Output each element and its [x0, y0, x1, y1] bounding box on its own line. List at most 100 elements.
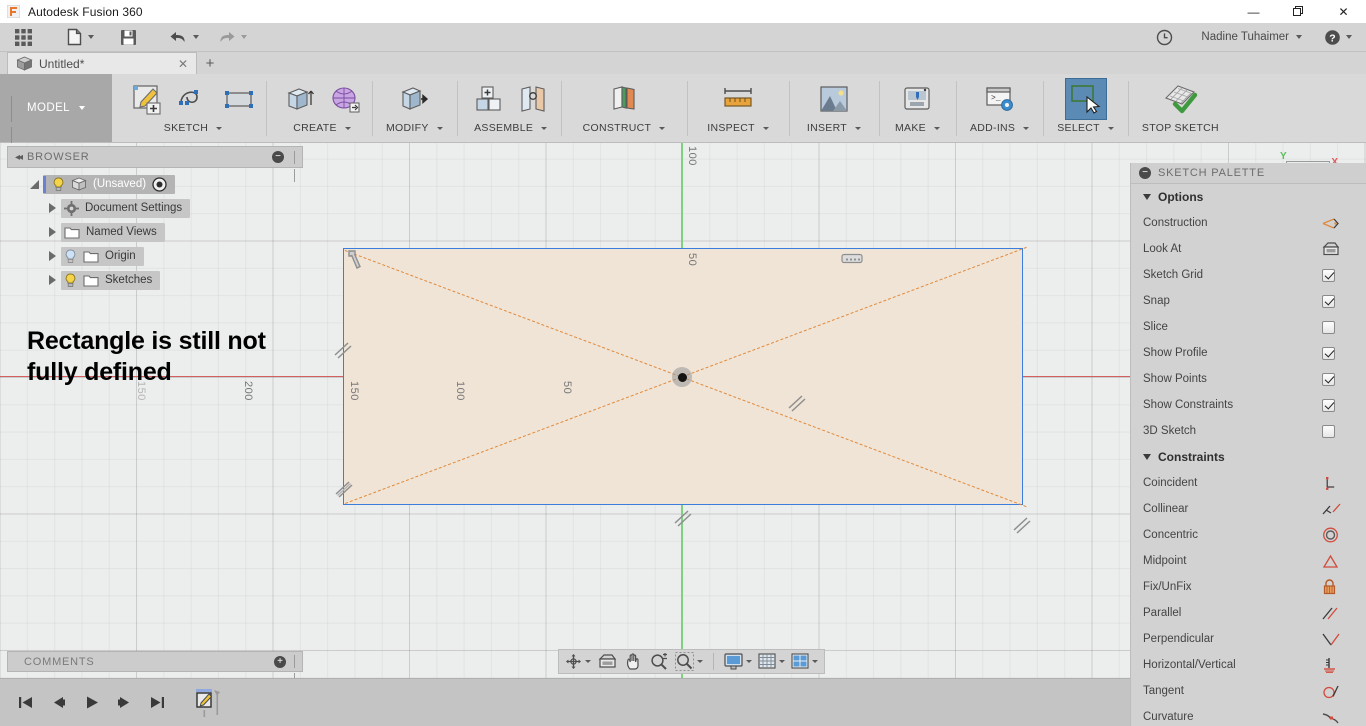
show-points-checkbox[interactable] [1322, 372, 1335, 386]
press-pull-button[interactable] [393, 78, 435, 120]
comments-panel-header[interactable]: COMMENTS + [7, 651, 303, 686]
timeline-feature-sketch[interactable] [195, 685, 225, 721]
timeline-step-forward-button[interactable] [111, 695, 138, 710]
light-bulb-icon[interactable] [64, 249, 77, 264]
make-caret-icon[interactable] [933, 126, 940, 130]
undo-caret-icon[interactable] [193, 35, 199, 39]
timeline-jump-to-end-button[interactable] [144, 695, 171, 710]
construction-line-icon[interactable] [1322, 216, 1366, 231]
perpendicular-constraint-glyph-top-left[interactable] [346, 249, 366, 271]
new-document-button[interactable] [61, 23, 100, 52]
coincident-constraint-icon[interactable] [1322, 476, 1366, 491]
timeline-step-back-button[interactable] [45, 695, 72, 710]
palette-row-sketch-grid[interactable]: Sketch Grid [1131, 262, 1366, 288]
grid-snaps-button[interactable] [756, 653, 787, 670]
ribbon-group-label-insert[interactable]: INSERT [807, 122, 861, 134]
palette-row-show-constraints[interactable]: Show Constraints [1131, 392, 1366, 418]
parallel-constraint-glyph-near-text[interactable] [332, 339, 354, 361]
chevron-down-icon[interactable] [1143, 194, 1151, 200]
ribbon-group-label-assemble[interactable]: ASSEMBLE [474, 122, 548, 134]
new-tab-button[interactable]: + [197, 52, 223, 74]
palette-minimize-icon[interactable]: − [1139, 167, 1151, 179]
rectangle-button[interactable] [218, 78, 260, 120]
close-button[interactable]: ✕ [1321, 0, 1366, 23]
add-comment-icon[interactable]: + [274, 655, 286, 668]
spline-button[interactable] [172, 78, 214, 120]
help-caret-icon[interactable] [1346, 35, 1352, 39]
grid-snaps-caret-icon[interactable] [779, 660, 785, 663]
palette-row-look-at[interactable]: Look At [1131, 236, 1366, 262]
expander-icon[interactable] [43, 275, 61, 285]
user-menu-button[interactable]: Nadine Tuhaimer [1193, 23, 1308, 52]
palette-row-parallel[interactable]: Parallel [1131, 600, 1366, 626]
workspace-caret-icon[interactable] [78, 106, 85, 110]
app-grid-button[interactable] [8, 23, 39, 52]
palette-row-tangent[interactable]: Tangent [1131, 678, 1366, 704]
fit-caret-icon[interactable] [697, 660, 703, 663]
palette-row-collinear[interactable]: Collinear [1131, 496, 1366, 522]
viewports-button[interactable] [789, 653, 820, 670]
tree-row-sketches[interactable]: Sketches [7, 268, 303, 292]
component-activate-icon[interactable] [152, 176, 167, 192]
tree-chip-named-views[interactable]: Named Views [61, 222, 165, 242]
create-caret-icon[interactable] [344, 126, 351, 130]
modify-caret-icon[interactable] [436, 126, 443, 130]
horizontal-vertical-constraint-icon[interactable] [1322, 657, 1366, 673]
insert-caret-icon[interactable] [855, 126, 861, 130]
parallel-constraint-glyph-left[interactable] [333, 478, 355, 500]
light-bulb-icon[interactable] [64, 273, 77, 288]
palette-row-show-points[interactable]: Show Points [1131, 366, 1366, 392]
chevron-down-icon[interactable] [1143, 454, 1151, 460]
new-component-button[interactable] [467, 78, 509, 120]
3d-sketch-checkbox[interactable] [1322, 424, 1335, 438]
history-button[interactable] [1150, 23, 1179, 52]
user-menu-caret-icon[interactable] [1296, 35, 1302, 39]
expander-open-icon[interactable] [25, 179, 43, 189]
midpoint-constraint-icon[interactable] [1322, 554, 1366, 569]
assemble-caret-icon[interactable] [541, 126, 548, 130]
ribbon-group-label-inspect[interactable]: INSPECT [707, 122, 769, 134]
viewports-caret-icon[interactable] [812, 660, 818, 663]
parallel-constraint-icon[interactable] [1322, 606, 1366, 621]
tangent-constraint-icon[interactable] [1322, 684, 1366, 699]
palette-row-coincident[interactable]: Coincident [1131, 470, 1366, 496]
minimize-button[interactable]: — [1231, 0, 1276, 23]
orbit-caret-icon[interactable] [585, 660, 591, 663]
comments-grip-icon[interactable] [294, 655, 298, 686]
tree-chip-sketches[interactable]: Sketches [61, 270, 161, 290]
fit-button[interactable] [673, 652, 705, 671]
ribbon-group-label-create[interactable]: CREATE [293, 122, 351, 134]
document-tab[interactable]: Untitled* ✕ [7, 52, 197, 74]
tree-chip-unsaved[interactable]: (Unsaved) [43, 174, 176, 194]
ribbon-group-label-select[interactable]: SELECT [1057, 122, 1114, 134]
collinear-constraint-icon[interactable] [1322, 502, 1366, 517]
palette-row-3d-sketch[interactable]: 3D Sketch [1131, 418, 1366, 444]
expander-icon[interactable] [43, 227, 61, 237]
parallel-constraint-glyph-right[interactable] [1011, 514, 1033, 536]
orbit-button[interactable] [563, 653, 593, 670]
fix-unfix-constraint-icon[interactable] [1322, 579, 1366, 595]
insert-image-button[interactable] [813, 78, 855, 120]
palette-row-show-profile[interactable]: Show Profile [1131, 340, 1366, 366]
palette-row-concentric[interactable]: Concentric [1131, 522, 1366, 548]
ribbon-group-label-make[interactable]: MAKE [895, 122, 940, 134]
palette-section-options[interactable]: Options [1131, 184, 1366, 210]
sketch-caret-icon[interactable] [216, 126, 223, 130]
display-settings-button[interactable] [722, 653, 754, 670]
palette-row-curvature[interactable]: Curvature [1131, 704, 1366, 726]
palette-row-midpoint[interactable]: Midpoint [1131, 548, 1366, 574]
new-document-caret-icon[interactable] [88, 35, 94, 39]
palette-section-constraints[interactable]: Constraints [1131, 444, 1366, 470]
offset-plane-button[interactable] [603, 78, 645, 120]
create-mesh-button[interactable] [324, 78, 366, 120]
tree-row-unsaved[interactable]: (Unsaved) [7, 172, 303, 196]
tree-row-origin[interactable]: Origin [7, 244, 303, 268]
select-caret-icon[interactable] [1107, 126, 1114, 130]
expander-icon[interactable] [43, 203, 61, 213]
origin-point[interactable] [672, 367, 692, 387]
ribbon-group-label-modify[interactable]: MODIFY [386, 122, 443, 134]
browser-grip-icon[interactable] [294, 150, 298, 182]
inspect-caret-icon[interactable] [762, 126, 769, 130]
expander-icon[interactable] [43, 251, 61, 261]
tree-row-document-settings[interactable]: Document Settings [7, 196, 303, 220]
